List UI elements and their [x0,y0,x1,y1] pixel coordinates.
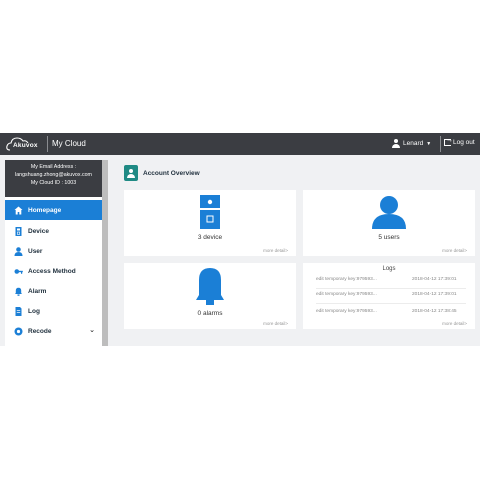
akuvox-logo[interactable]: Akuvox [6,135,44,153]
home-icon [14,206,23,215]
device-icon [200,195,220,229]
sidebar-item-alarm[interactable]: Alarm [5,281,102,301]
more-detail-link[interactable]: more detail> [263,248,288,253]
bell-icon [14,287,23,296]
sidebar-item-label: Device [28,227,49,235]
logout-label: Log out [453,139,475,146]
divider [316,303,466,304]
sidebar-item-log[interactable]: Log [5,301,102,321]
app-window: Akuvox My Cloud Lenard ▼ Log out My Emai… [0,133,480,346]
recode-icon [14,327,23,336]
sidebar-item-access-method[interactable]: Access Method [5,261,102,281]
device-count: 3 device [197,234,223,241]
device-icon [14,226,23,236]
user-name: Lenard [403,140,424,147]
sidebar-item-user[interactable]: User [5,241,102,261]
sidebar-item-label: Access Method [28,267,76,275]
log-text: edit temporary key:979593... [316,277,377,282]
sidebar-item-label: User [28,247,43,255]
sidebar-item-homepage[interactable]: Homepage [5,200,102,220]
logout-button[interactable]: Log out [444,137,475,146]
sidebar-item-label: Log [28,307,40,315]
email-label: My Email Address : [30,164,77,170]
users-count: 5 users [378,234,400,241]
email-address: langshuang.zhong@akuvox.com [15,172,92,178]
log-text: edit temporary key:979593... [316,292,377,297]
page-title: Account Overview [143,169,200,177]
app-title: My Cloud [52,139,86,148]
account-info: My Email Address : langshuang.zhong@akuv… [5,160,102,197]
log-icon [14,306,23,316]
sidebar-item-label: Recode [28,327,52,335]
sidebar-item-label: Homepage [28,206,62,214]
users-card[interactable]: 5 users more detail> [303,190,475,256]
user-icon [392,139,400,148]
sidebar-item-device[interactable]: Device [5,221,102,241]
logo-text: Akuvox [13,142,38,149]
chevron-down-icon: ⌄ [89,327,95,334]
alarms-card[interactable]: 0 alarms more detail> [124,263,296,329]
cloud-id: My Cloud ID : 1003 [30,180,77,186]
log-date: 2018-04-12 17:39:01 [412,292,457,297]
top-bar: Akuvox My Cloud Lenard ▼ Log out [0,133,480,155]
more-detail-link[interactable]: more detail> [263,321,288,326]
divider [316,288,466,289]
header-divider [47,136,48,152]
user-icon [372,196,406,229]
key-icon [14,267,23,276]
user-icon [14,246,23,256]
sidebar: My Email Address : langshuang.zhong@akuv… [5,160,108,346]
sidebar-scrollbar[interactable] [102,160,108,346]
device-card[interactable]: 3 device more detail> [124,190,296,256]
log-date: 2018-04-12 17:38:45 [412,309,457,314]
logs-card: Logs edit temporary key:979593... 2018-0… [303,263,475,329]
more-detail-link[interactable]: more detail> [442,321,467,326]
more-detail-link[interactable]: more detail> [442,248,467,253]
caret-down-icon: ▼ [426,140,432,147]
sidebar-item-label: Alarm [28,287,47,295]
logout-icon [444,137,453,146]
header-divider [440,136,441,152]
logs-title: Logs [382,266,396,272]
user-menu[interactable]: Lenard ▼ [392,139,431,148]
alarms-count: 0 alarms [197,310,223,317]
log-date: 2018-04-12 17:39:01 [412,277,457,282]
bell-icon [196,268,224,305]
account-badge-icon [124,165,138,181]
sidebar-item-recode[interactable]: Recode ⌄ [5,321,102,341]
overview-header: Account Overview [124,165,200,181]
log-text: edit temporary key:979593... [316,309,377,314]
main-content: Account Overview 3 device more detail> 5… [112,160,480,346]
